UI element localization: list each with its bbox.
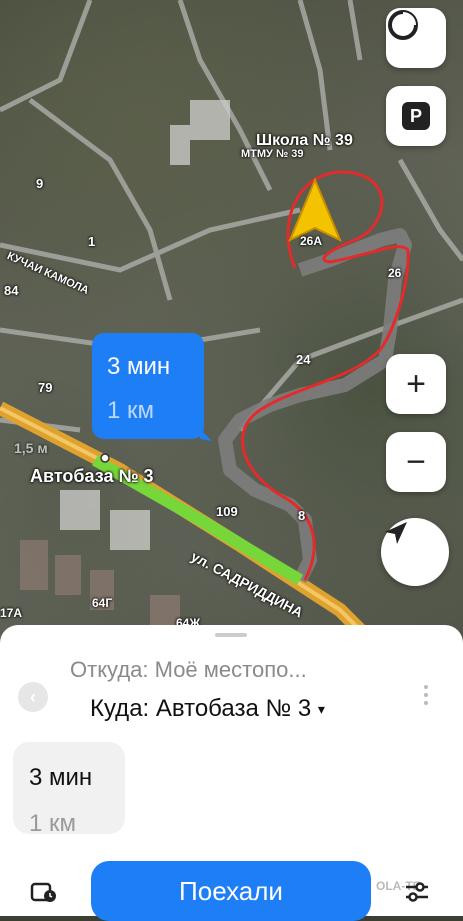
locate-me-button[interactable]	[381, 518, 449, 586]
map-label-house: 109	[216, 504, 238, 519]
navigation-arrow-icon	[385, 522, 407, 544]
parking-button[interactable]: P	[386, 86, 446, 146]
map-label-house: 8	[298, 508, 306, 523]
map-label-house: 9	[36, 176, 44, 191]
map-label-house: 24	[296, 352, 311, 367]
route-to[interactable]: Куда: Автобаза № 3 ▾	[90, 695, 325, 723]
plus-icon: +	[406, 364, 426, 403]
dropdown-arrow-icon: ▾	[317, 701, 325, 718]
map-label-house: 1	[88, 234, 96, 249]
map-label-house: 79	[38, 380, 53, 395]
route-time: 3 мин	[107, 353, 171, 380]
map-label-house: 84	[4, 283, 19, 298]
bubble-tail-icon	[200, 429, 212, 441]
go-button[interactable]: Поехали	[91, 861, 371, 921]
option-time: 3 мин	[29, 764, 93, 791]
go-button-label: Поехали	[179, 875, 283, 906]
schedule-icon[interactable]	[30, 880, 58, 909]
back-button[interactable]: ‹	[18, 682, 48, 712]
route-option-card[interactable]: 3 мин 1 км	[13, 742, 125, 834]
more-menu-icon[interactable]	[422, 683, 430, 711]
minus-icon: −	[406, 442, 426, 481]
zoom-in-button[interactable]: +	[386, 354, 446, 414]
map-label-destination: Автобаза № 3	[30, 466, 154, 486]
route-sheet: ‹ Откуда: Моё местопо... Куда: Автобаза …	[0, 625, 463, 921]
layers-button[interactable]	[386, 8, 446, 68]
zoom-out-button[interactable]: −	[386, 432, 446, 492]
route-settings-icon[interactable]	[404, 881, 430, 908]
route-distance: 1 км	[107, 397, 155, 424]
map-label-house: 64Г	[92, 596, 113, 610]
route-time-bubble[interactable]: 3 мин 1 км	[92, 333, 212, 441]
map-label-house: 26	[388, 266, 402, 280]
sheet-handle[interactable]	[215, 633, 247, 637]
route-from[interactable]: Откуда: Моё местопо...	[70, 657, 307, 683]
map-label-house: 17А	[0, 606, 23, 620]
option-distance: 1 км	[29, 810, 77, 834]
map-label-school-sub: МТМУ № 39	[241, 148, 304, 160]
layers-icon	[388, 10, 418, 40]
chevron-left-icon: ‹	[30, 686, 36, 707]
map-label-house: 26А	[300, 234, 323, 248]
parking-icon: P	[402, 102, 430, 130]
route-to-label: Куда: Автобаза № 3	[90, 695, 312, 722]
map-distance-overlay: 1,5 м	[14, 440, 48, 456]
map-view[interactable]: Школа № 39 МТМУ № 39 9 1 84 79 КУЧАИ КАМ…	[0, 0, 463, 650]
